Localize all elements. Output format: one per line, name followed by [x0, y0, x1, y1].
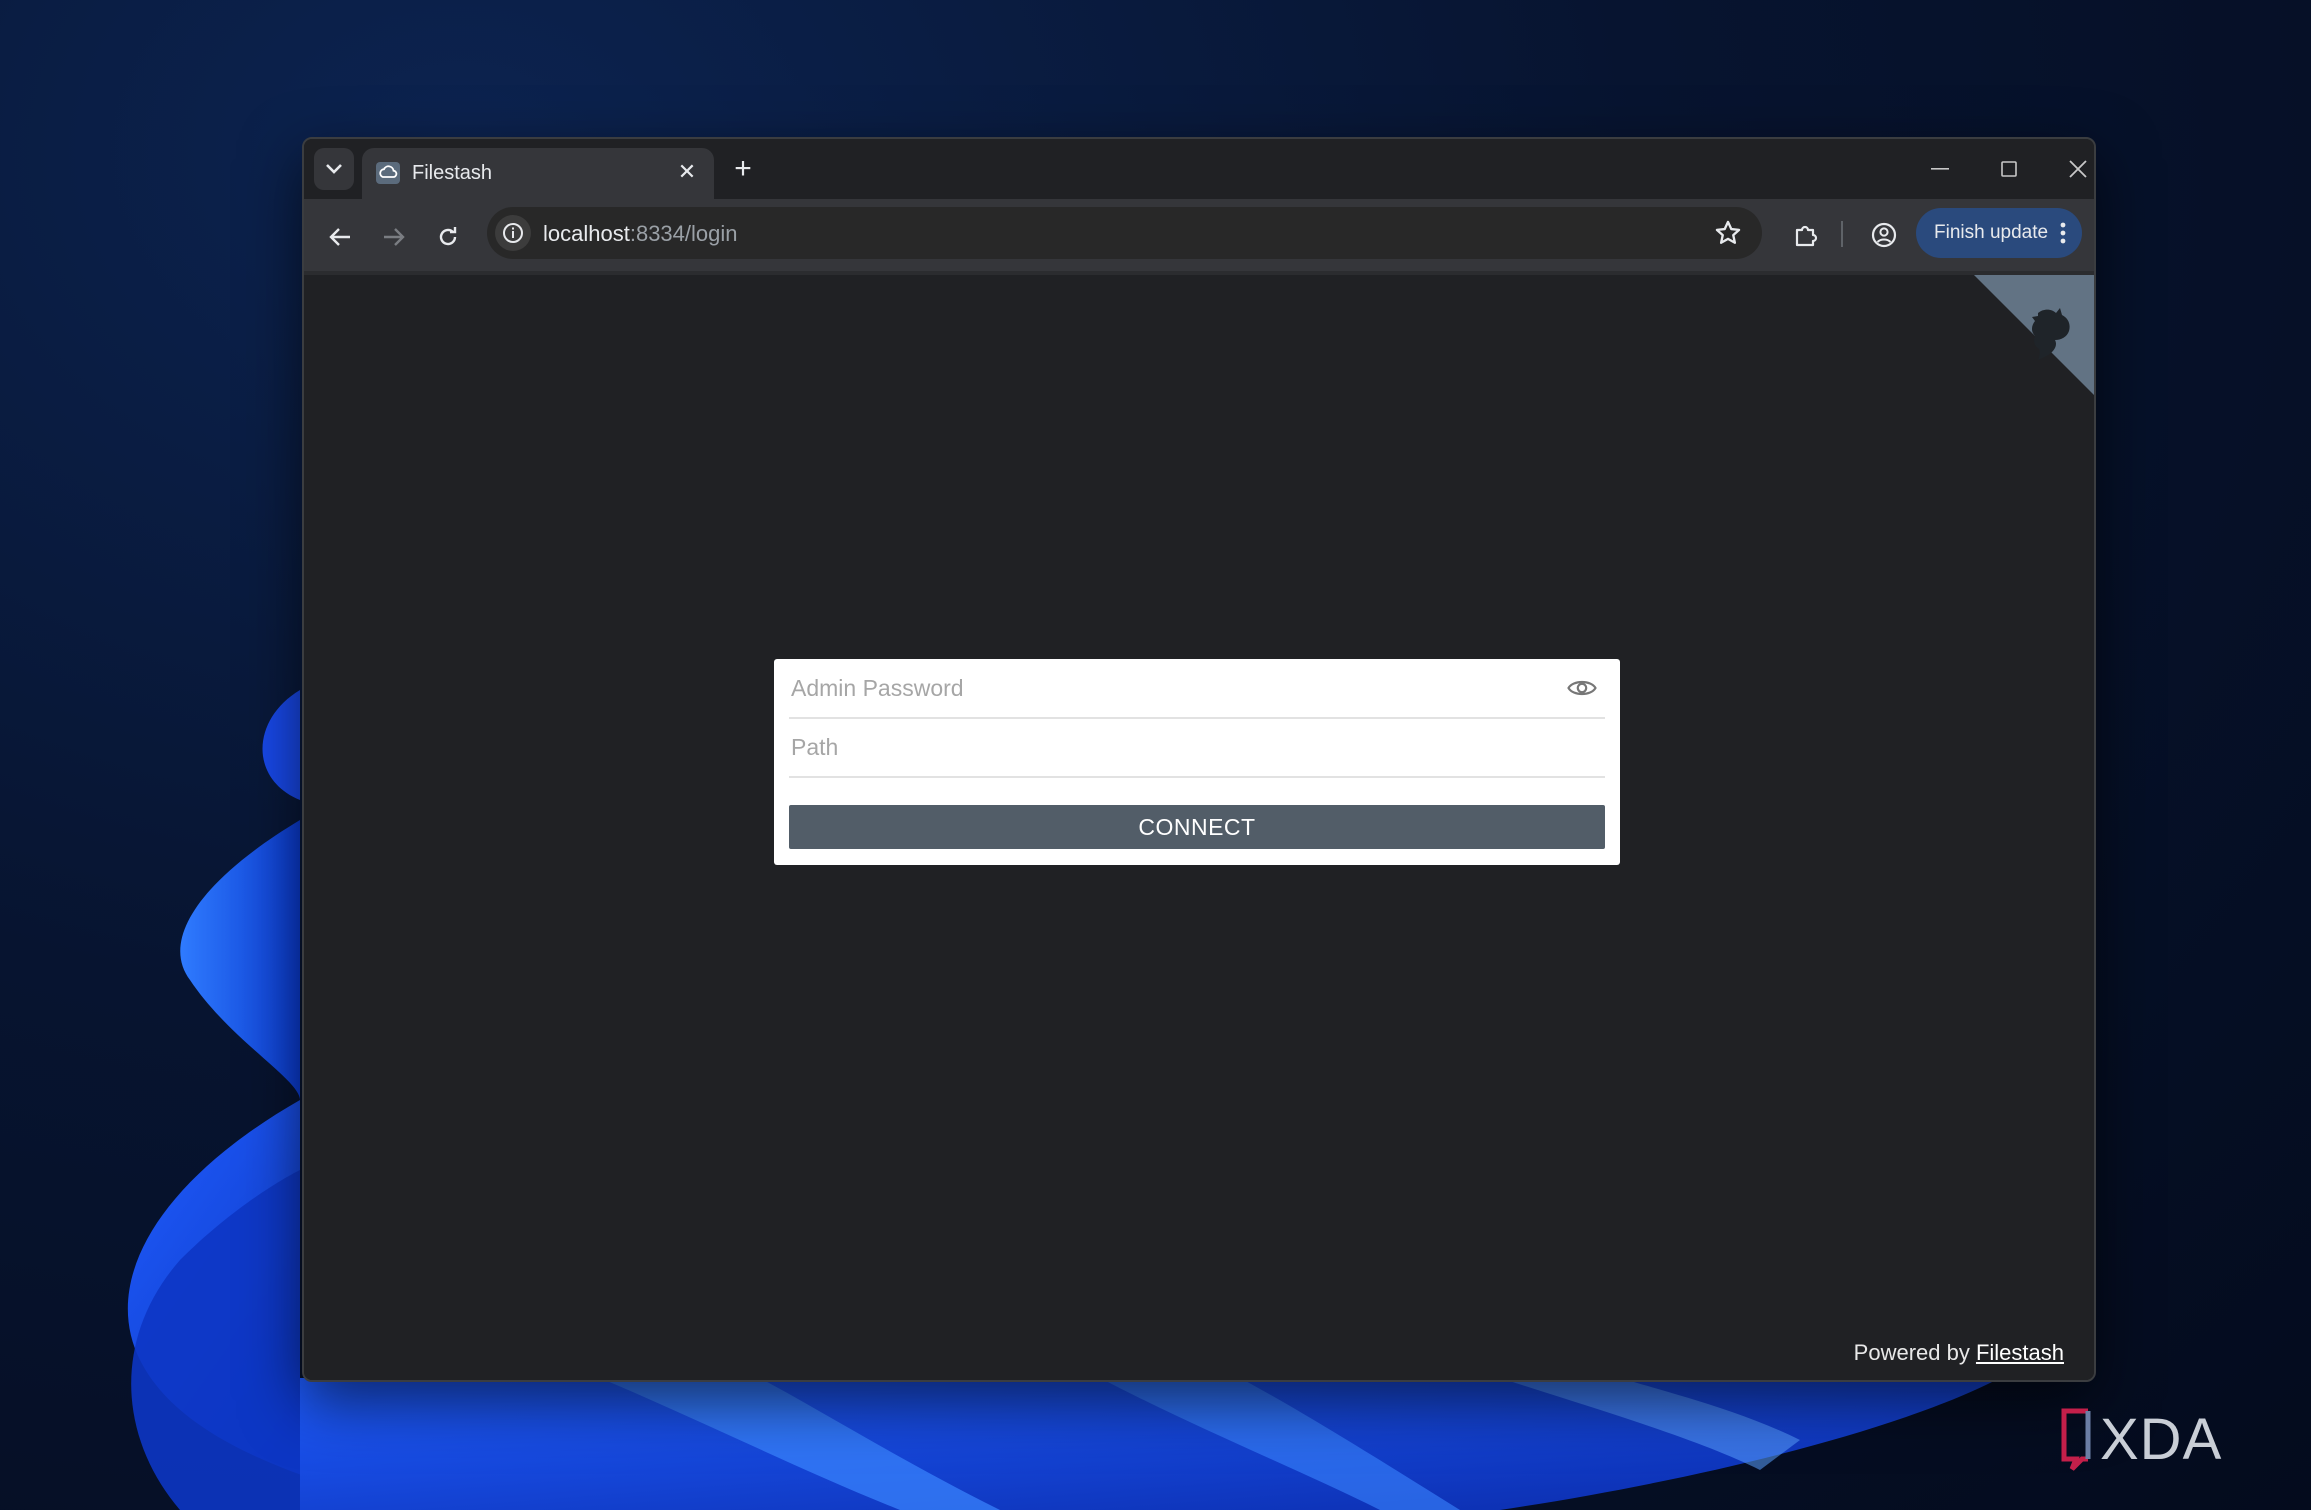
admin-password-input[interactable]: [789, 659, 1553, 717]
url-path: :8334/login: [629, 221, 738, 246]
title-bar: Filestash ✕ +: [304, 139, 2094, 199]
powered-by-prefix: Powered by: [1853, 1340, 1976, 1365]
github-corner-icon[interactable]: [1974, 275, 2094, 395]
login-form: CONNECT: [774, 659, 1620, 865]
url-text[interactable]: localhost:8334/login: [543, 221, 738, 247]
finish-update-button[interactable]: Finish update: [1916, 208, 2082, 258]
browser-window: Filestash ✕ + localhost:8334/login Finis…: [302, 137, 2096, 1382]
path-field: [789, 718, 1605, 778]
toolbar-separator: [1841, 221, 1843, 247]
forward-button[interactable]: [374, 217, 414, 257]
close-window-button[interactable]: [2058, 151, 2094, 187]
maximize-button[interactable]: [1989, 151, 2029, 187]
address-bar[interactable]: localhost:8334/login: [487, 207, 1762, 259]
profile-button[interactable]: [1864, 215, 1904, 255]
tab-filestash[interactable]: Filestash ✕: [362, 148, 714, 199]
back-button[interactable]: [320, 217, 360, 257]
info-icon: [503, 223, 523, 243]
reload-icon: [439, 227, 457, 246]
tab-title: Filestash: [412, 162, 493, 184]
connect-button[interactable]: CONNECT: [789, 805, 1605, 849]
cloud-favicon-icon: [376, 162, 400, 184]
xda-brand-text: XDA: [2100, 1406, 2223, 1472]
finish-update-label: Finish update: [1934, 222, 2049, 243]
minimize-icon: [1931, 168, 1949, 170]
admin-password-field: [789, 659, 1605, 719]
path-input[interactable]: [789, 718, 1553, 776]
bookmark-star-icon[interactable]: [1714, 219, 1742, 247]
account-icon: [1871, 222, 1897, 248]
xda-watermark: XDA: [2058, 1404, 2278, 1474]
xda-logo-icon: [2061, 1408, 2091, 1471]
tab-close-icon[interactable]: ✕: [674, 159, 700, 185]
arrow-left-icon: [329, 228, 350, 246]
new-tab-button[interactable]: +: [726, 153, 760, 187]
page-content: CONNECT Powered by Filestash: [304, 275, 2094, 1380]
puzzle-icon: [1795, 225, 1818, 247]
site-info-button[interactable]: [495, 215, 531, 251]
maximize-icon: [2001, 161, 2017, 177]
more-vertical-icon: [2060, 222, 2066, 244]
eye-icon[interactable]: [1567, 677, 1597, 699]
close-icon: [2069, 160, 2087, 178]
powered-by: Powered by Filestash: [1854, 1340, 2064, 1366]
reload-button[interactable]: [428, 217, 468, 257]
chevron-down-icon: [326, 164, 342, 174]
minimize-button[interactable]: [1920, 151, 1960, 187]
filestash-link[interactable]: Filestash: [1976, 1340, 2064, 1365]
arrow-right-icon: [384, 228, 405, 246]
extensions-button[interactable]: [1786, 215, 1826, 255]
tab-search-button[interactable]: [314, 148, 354, 190]
url-host: localhost: [543, 221, 630, 246]
